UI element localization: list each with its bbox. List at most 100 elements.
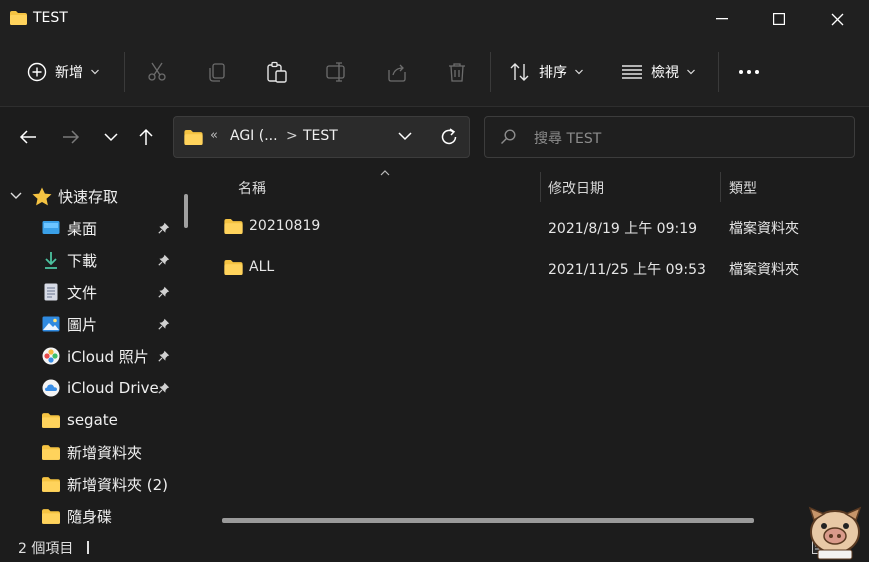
up-button[interactable]	[132, 123, 160, 151]
rename-button[interactable]	[325, 60, 349, 84]
chevron-down-icon	[104, 132, 118, 141]
folder-icon	[224, 219, 243, 234]
view-label: 檢視	[651, 65, 679, 81]
sidebar-item-label: segate	[67, 411, 118, 429]
sort-icon	[510, 63, 529, 81]
copy-icon	[209, 63, 225, 82]
refresh-icon	[441, 128, 457, 145]
refresh-button[interactable]	[440, 128, 458, 146]
delete-button[interactable]	[445, 60, 469, 84]
maximize-button[interactable]	[750, 0, 808, 38]
file-type: 檔案資料夾	[729, 262, 799, 278]
paste-button[interactable]	[265, 60, 289, 84]
sidebar-item-label: iCloud 照片	[67, 347, 149, 366]
sidebar-item[interactable]: iCloud Drive	[0, 372, 222, 404]
sort-button[interactable]: 排序	[509, 56, 583, 88]
new-label: 新增	[55, 65, 83, 81]
item-count: 2 個項目	[18, 541, 74, 557]
scissors-icon	[148, 62, 166, 81]
watermark-mascot-icon	[806, 506, 864, 560]
breadcrumb-separator[interactable]: >	[286, 128, 298, 144]
horizontal-scrollbar[interactable]	[222, 518, 754, 523]
folder-icon	[42, 475, 60, 493]
close-icon	[831, 13, 843, 25]
chevron-down-icon	[575, 69, 583, 75]
file-type: 檔案資料夾	[729, 221, 799, 237]
breadcrumb-parent[interactable]: AGI (...	[230, 128, 278, 144]
share-button[interactable]	[385, 60, 409, 84]
folder-icon	[42, 411, 60, 429]
folder-icon	[42, 443, 60, 461]
minimize-icon	[716, 18, 728, 20]
sidebar-item[interactable]: 隨身碟	[0, 500, 222, 532]
recent-locations-button[interactable]	[97, 123, 125, 151]
pictures-icon	[42, 315, 60, 333]
close-button[interactable]	[808, 0, 866, 38]
column-header-name[interactable]: 名稱	[238, 178, 266, 198]
column-header-type[interactable]: 類型	[729, 178, 757, 198]
sidebar-item[interactable]: 新增資料夾	[0, 436, 222, 468]
toolbar-separator	[718, 52, 719, 92]
column-header-modified[interactable]: 修改日期	[548, 178, 604, 198]
sidebar-item[interactable]: 文件	[0, 276, 222, 308]
sidebar-item-label: 文件	[67, 283, 98, 302]
cut-button[interactable]	[145, 60, 169, 84]
back-button[interactable]	[14, 123, 42, 151]
star-icon	[32, 187, 52, 206]
share-icon	[388, 64, 406, 82]
sidebar-item-label: 圖片	[67, 315, 98, 334]
download-icon	[42, 251, 60, 269]
breadcrumb-overflow[interactable]: «	[210, 128, 218, 143]
list-view-icon	[622, 65, 642, 79]
file-modified: 2021/11/25 上午 09:53	[548, 262, 706, 278]
rename-icon	[326, 62, 345, 82]
folder-icon	[42, 507, 60, 525]
sidebar-item-label: iCloud Drive	[67, 379, 159, 397]
sidebar-item-label: 隨身碟	[67, 507, 113, 526]
clipboard-icon	[267, 61, 287, 83]
folder-icon	[224, 260, 243, 275]
file-row[interactable]: 20210819 2021/8/19 上午 09:19 檔案資料夾	[222, 210, 862, 246]
sidebar-item[interactable]: segate	[0, 404, 222, 436]
icloud-drive-icon	[42, 379, 60, 397]
sidebar-scrollbar[interactable]	[184, 194, 188, 228]
pin-icon[interactable]	[158, 254, 170, 266]
sidebar-item-label: 新增資料夾	[67, 443, 143, 462]
pin-icon[interactable]	[158, 350, 170, 362]
search-placeholder: 搜尋 TEST	[534, 131, 602, 147]
sidebar-item[interactable]: 桌面	[0, 212, 222, 244]
sidebar-item-label: 下載	[67, 251, 98, 270]
forward-button[interactable]	[57, 123, 85, 151]
chevron-down-icon	[398, 132, 412, 141]
sidebar-item[interactable]: 圖片	[0, 308, 222, 340]
more-icon	[739, 70, 759, 74]
chevron-down-icon	[91, 69, 99, 75]
toolbar-separator	[124, 52, 125, 92]
trash-icon	[449, 63, 465, 82]
folder-icon	[184, 130, 203, 145]
pin-icon[interactable]	[158, 222, 170, 234]
plus-circle-icon	[27, 62, 47, 82]
pin-icon[interactable]	[158, 286, 170, 298]
minimize-button[interactable]	[693, 0, 751, 38]
column-divider[interactable]	[540, 172, 541, 202]
quick-access-label[interactable]: 快速存取	[58, 186, 118, 207]
copy-button[interactable]	[205, 60, 229, 84]
more-button[interactable]	[737, 60, 761, 84]
pin-icon[interactable]	[158, 318, 170, 330]
breadcrumb-current[interactable]: TEST	[303, 128, 338, 144]
sidebar-item[interactable]: 下載	[0, 244, 222, 276]
expand-chevron-icon[interactable]	[10, 192, 22, 200]
pin-icon[interactable]	[158, 382, 170, 394]
sidebar-item-label: 新增資料夾 (2)	[67, 475, 169, 494]
file-row[interactable]: ALL 2021/11/25 上午 09:53 檔案資料夾	[222, 251, 862, 287]
column-divider[interactable]	[720, 172, 721, 202]
new-button[interactable]: 新增	[27, 56, 99, 88]
icloud-photos-icon	[42, 347, 60, 365]
file-name: 20210819	[249, 218, 321, 234]
arrow-right-icon	[63, 130, 80, 144]
sidebar-item[interactable]: 新增資料夾 (2)	[0, 468, 222, 500]
view-button[interactable]: 檢視	[621, 56, 695, 88]
address-history-button[interactable]	[398, 132, 412, 141]
sidebar-item[interactable]: iCloud 照片	[0, 340, 222, 372]
